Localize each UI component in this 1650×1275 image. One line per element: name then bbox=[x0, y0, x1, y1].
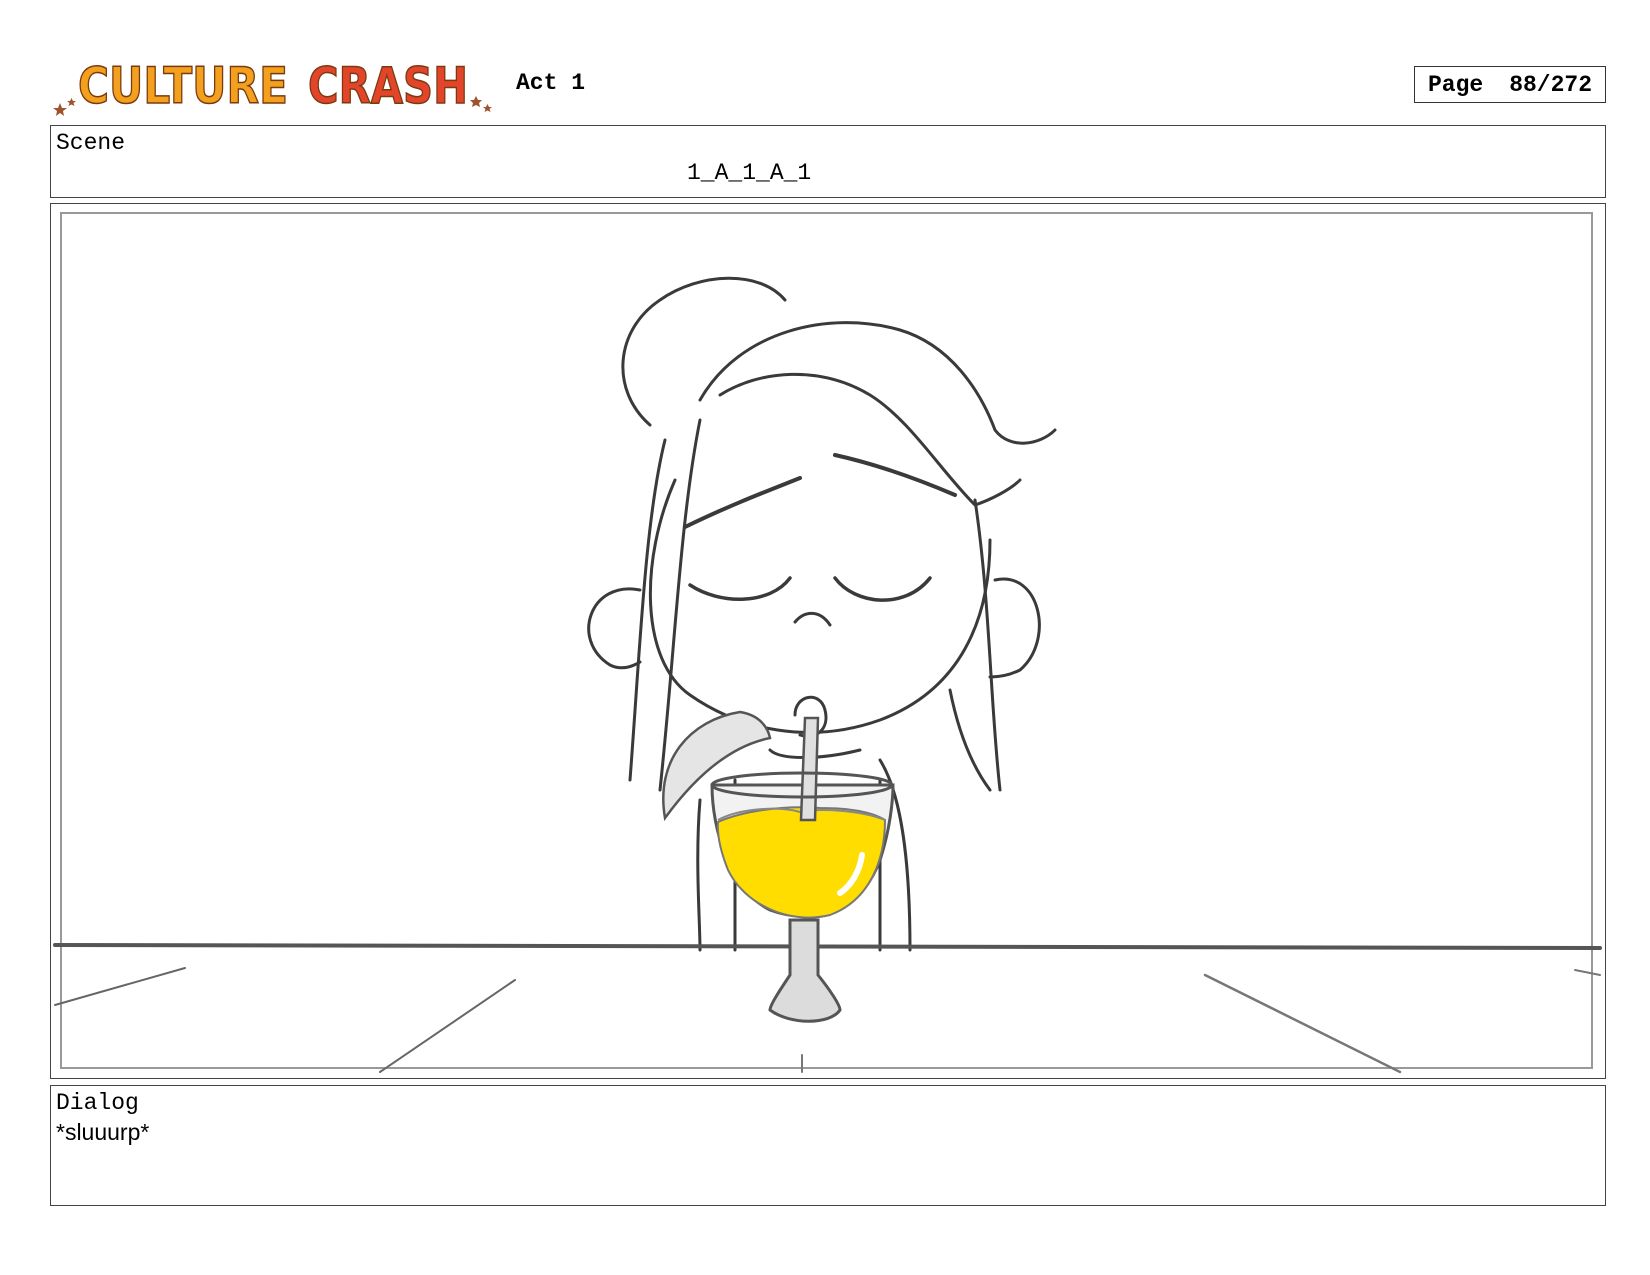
dialog-box: Dialog *sluuurp* bbox=[50, 1085, 1606, 1206]
act-label: Act 1 bbox=[516, 70, 586, 96]
page-number: 88/272 bbox=[1509, 71, 1593, 98]
culture-crash-logo: CULTURE CRASH bbox=[53, 56, 492, 116]
scene-label: Scene bbox=[56, 130, 126, 156]
scene-id: 1_A_1_A_1 bbox=[687, 160, 812, 186]
dialog-text: *sluuurp* bbox=[56, 1119, 150, 1145]
scene-box: Scene 1_A_1_A_1 bbox=[50, 125, 1606, 198]
svg-text:CULTURE: CULTURE bbox=[78, 57, 288, 115]
page-counter: Page 88/272 bbox=[1414, 66, 1606, 103]
svg-text:CRASH: CRASH bbox=[308, 57, 468, 115]
dialog-label: Dialog bbox=[56, 1090, 139, 1116]
page-label: Page bbox=[1427, 71, 1484, 98]
storyboard-panel-inner-frame bbox=[60, 212, 1593, 1069]
